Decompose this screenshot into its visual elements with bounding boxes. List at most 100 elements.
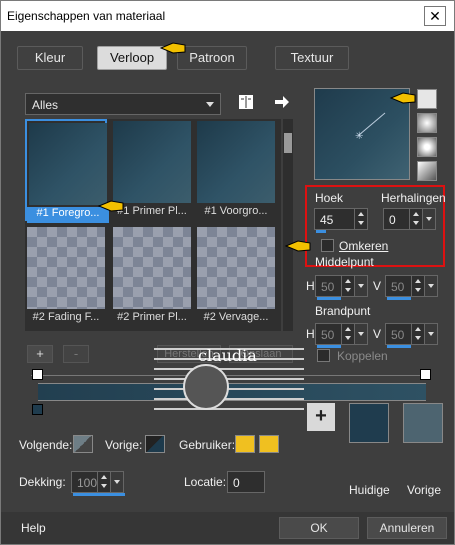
user-color-swatch-2[interactable] — [259, 435, 279, 453]
invert-label: Omkeren — [339, 239, 389, 253]
gradient-gallery: #1 Foregro... #1 Primer Pl... #1 Voorgro… — [25, 119, 281, 331]
opacity-slider-fill — [73, 493, 125, 496]
tab-verloop[interactable]: Verloop — [97, 46, 167, 70]
current-label: Huidige — [349, 483, 390, 497]
tab-textuur[interactable]: Textuur — [275, 46, 349, 70]
watermark-logo: claudia — [154, 346, 304, 410]
previous-stop-label: Vorige: — [105, 438, 143, 452]
gallery-item-caption: #1 Voorgro... — [204, 205, 268, 217]
repeats-value: 0 — [389, 213, 396, 227]
add-to-swatches-button[interactable]: + — [307, 403, 335, 431]
chevron-down-icon[interactable] — [424, 323, 438, 345]
radial-style-button[interactable] — [417, 161, 437, 181]
sunburst-style-button[interactable] — [417, 137, 437, 157]
center-h-slider-fill — [317, 297, 341, 300]
center-v-slider-fill — [387, 297, 411, 300]
tab-patroon[interactable]: Patroon — [177, 46, 247, 70]
tab-kleur[interactable]: Kleur — [17, 46, 83, 70]
focal-h-value: 50 — [321, 328, 335, 342]
chevron-down-icon[interactable] — [354, 323, 368, 345]
spin-arrows-icon[interactable] — [409, 209, 422, 229]
center-h-stepper[interactable]: 50 — [315, 275, 368, 300]
chevron-down-icon[interactable] — [424, 275, 438, 297]
bottom-stop-left[interactable] — [32, 404, 43, 415]
gradient-thumbnail — [197, 227, 275, 309]
repeats-stepper[interactable]: 0 — [383, 208, 436, 230]
gallery-item[interactable]: #2 Fading F... — [25, 225, 107, 327]
invert-checkbox[interactable] — [321, 239, 334, 252]
category-dropdown[interactable]: Alles — [25, 93, 221, 115]
link-checkbox[interactable] — [317, 349, 330, 362]
focal-v-stepper[interactable]: 50 — [385, 323, 438, 348]
gallery-item[interactable]: #2 Primer Pl... — [111, 225, 193, 327]
spin-arrows-icon[interactable] — [411, 276, 424, 296]
gallery-item-caption: #2 Fading F... — [32, 311, 100, 323]
center-label: Middelpunt — [315, 255, 374, 269]
spin-arrows-icon[interactable] — [97, 472, 110, 492]
spin-arrows-icon[interactable] — [341, 324, 354, 344]
top-stop-right[interactable] — [420, 369, 431, 380]
focal-h-stepper[interactable]: 50 — [315, 323, 368, 348]
remove-button[interactable]: - — [63, 345, 89, 363]
help-link[interactable]: Help — [21, 521, 46, 535]
ok-button[interactable]: OK — [279, 517, 359, 539]
gradient-thumbnail — [27, 227, 105, 309]
focal-h-label: H — [306, 327, 315, 341]
gallery-item-caption: #2 Primer Pl... — [117, 311, 187, 323]
chevron-down-icon[interactable] — [110, 471, 124, 493]
add-button[interactable]: + — [27, 345, 53, 363]
previous-preview — [403, 403, 443, 443]
user-color-swatch[interactable] — [235, 435, 255, 453]
linear-style-button[interactable] — [417, 89, 437, 109]
gradient-thumbnail — [29, 123, 107, 205]
angle-stepper[interactable]: 45 — [314, 208, 368, 233]
hand-pointer-icon — [389, 92, 416, 104]
opacity-stepper[interactable]: 100 — [71, 471, 125, 496]
focal-v-label: V — [373, 327, 382, 341]
chevron-down-icon[interactable] — [354, 275, 368, 297]
gallery-item[interactable]: #2 Vervage... — [195, 225, 277, 327]
link-label: Koppelen — [337, 349, 388, 363]
scrollbar-thumb[interactable] — [284, 133, 292, 153]
cancel-button[interactable]: Annuleren — [367, 517, 447, 539]
gradient-thumbnail — [197, 121, 275, 203]
location-value: 0 — [233, 476, 240, 490]
book-icon[interactable] — [237, 93, 255, 111]
angle-label: Hoek — [315, 191, 344, 205]
svg-text:claudia: claudia — [198, 346, 257, 365]
arrow-right-icon[interactable] — [273, 93, 291, 111]
gradient-thumbnail — [113, 227, 191, 309]
chevron-down-icon — [206, 102, 214, 107]
current-preview — [349, 403, 389, 443]
user-label: Gebruiker: — [179, 438, 236, 452]
focal-label: Brandpunt — [315, 304, 371, 318]
category-value: Alles — [32, 98, 59, 112]
center-v-stepper[interactable]: 50 — [385, 275, 438, 300]
material-properties-dialog: Eigenschappen van materiaal ✕ Kleur Verl… — [0, 0, 455, 545]
opacity-label: Dekking: — [19, 475, 66, 489]
spin-arrows-icon[interactable] — [411, 324, 424, 344]
svg-text:✳: ✳ — [355, 131, 363, 142]
foreground-swatch[interactable] — [73, 435, 93, 453]
close-button[interactable]: ✕ — [424, 6, 446, 26]
title-bar: Eigenschappen van materiaal ✕ — [1, 1, 454, 31]
previous-label: Vorige — [407, 483, 442, 497]
center-h-value: 50 — [321, 280, 335, 294]
chevron-down-icon[interactable] — [422, 208, 436, 230]
top-stop-left[interactable] — [32, 369, 43, 380]
hand-pointer-icon — [284, 240, 311, 252]
spin-arrows-icon[interactable] — [354, 209, 367, 229]
gallery-item[interactable]: #1 Voorgro... — [195, 119, 277, 221]
gallery-scrollbar[interactable] — [283, 119, 293, 331]
rectangular-style-button[interactable] — [417, 113, 437, 133]
hand-pointer-icon — [97, 200, 124, 212]
previous-stop-swatch[interactable] — [145, 435, 165, 453]
center-v-label: V — [373, 279, 382, 293]
spin-arrows-icon[interactable] — [341, 276, 354, 296]
gallery-item-caption: #2 Vervage... — [203, 311, 269, 323]
location-field[interactable]: 0 — [227, 471, 265, 493]
hand-pointer-icon — [159, 42, 186, 54]
gallery-item[interactable]: #1 Foregro... — [25, 119, 109, 223]
angle-value: 45 — [320, 213, 334, 227]
location-label: Locatie: — [184, 475, 227, 489]
